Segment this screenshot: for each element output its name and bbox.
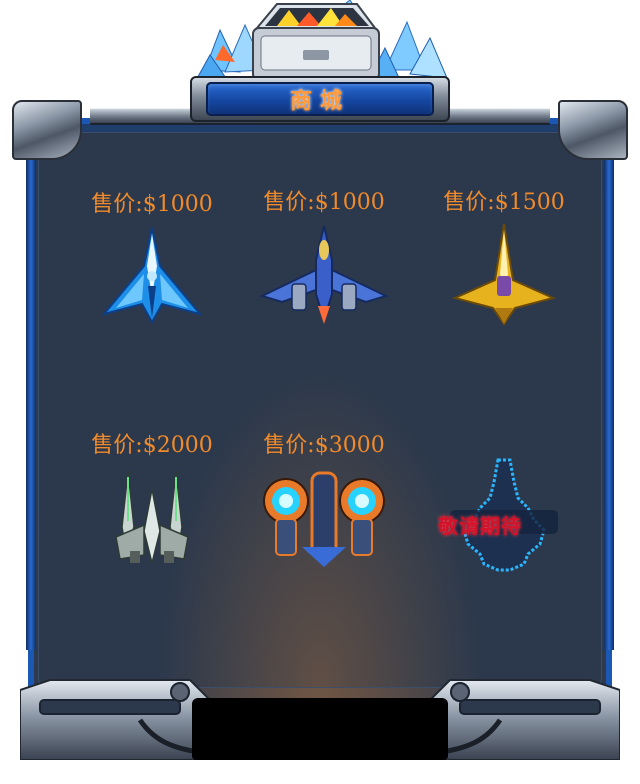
shop-item-5[interactable]: 售价:$3000 (244, 427, 404, 571)
page-title: 商城 (289, 88, 350, 114)
price-label: 售价:$1500 (443, 190, 565, 215)
bottom-display-slot (192, 698, 448, 760)
price-label: 售价:$1000 (263, 190, 385, 215)
right-frame-strip (604, 150, 614, 650)
price-label: 售价:$2000 (91, 433, 213, 458)
shop-item-4[interactable]: 售价:$2000 (72, 427, 232, 571)
price-label: 售价:$1000 (91, 192, 213, 217)
shop-item-3[interactable]: 售价:$1500 (424, 184, 584, 328)
title-banner: 商城 (206, 82, 434, 116)
coming-soon-slot: 敬请期待 (424, 458, 584, 578)
frame-corner-top-left (12, 100, 82, 160)
price-label: 售价:$3000 (263, 433, 385, 458)
shop-item-2[interactable]: 售价:$1000 (244, 184, 404, 328)
silver-twin-fighter-icon (115, 470, 189, 564)
gold-spear-fighter-icon (452, 224, 556, 326)
frame-corner-top-right (558, 100, 628, 160)
shop-item-1[interactable]: 售价:$1000 (72, 186, 232, 326)
coming-soon-label: 敬请期待 (438, 514, 522, 538)
blue-crystal-fighter-icon (102, 227, 202, 325)
left-frame-strip (26, 150, 36, 650)
blue-jet-fighter-icon (259, 225, 389, 324)
orange-turbine-fighter-icon (263, 471, 385, 567)
